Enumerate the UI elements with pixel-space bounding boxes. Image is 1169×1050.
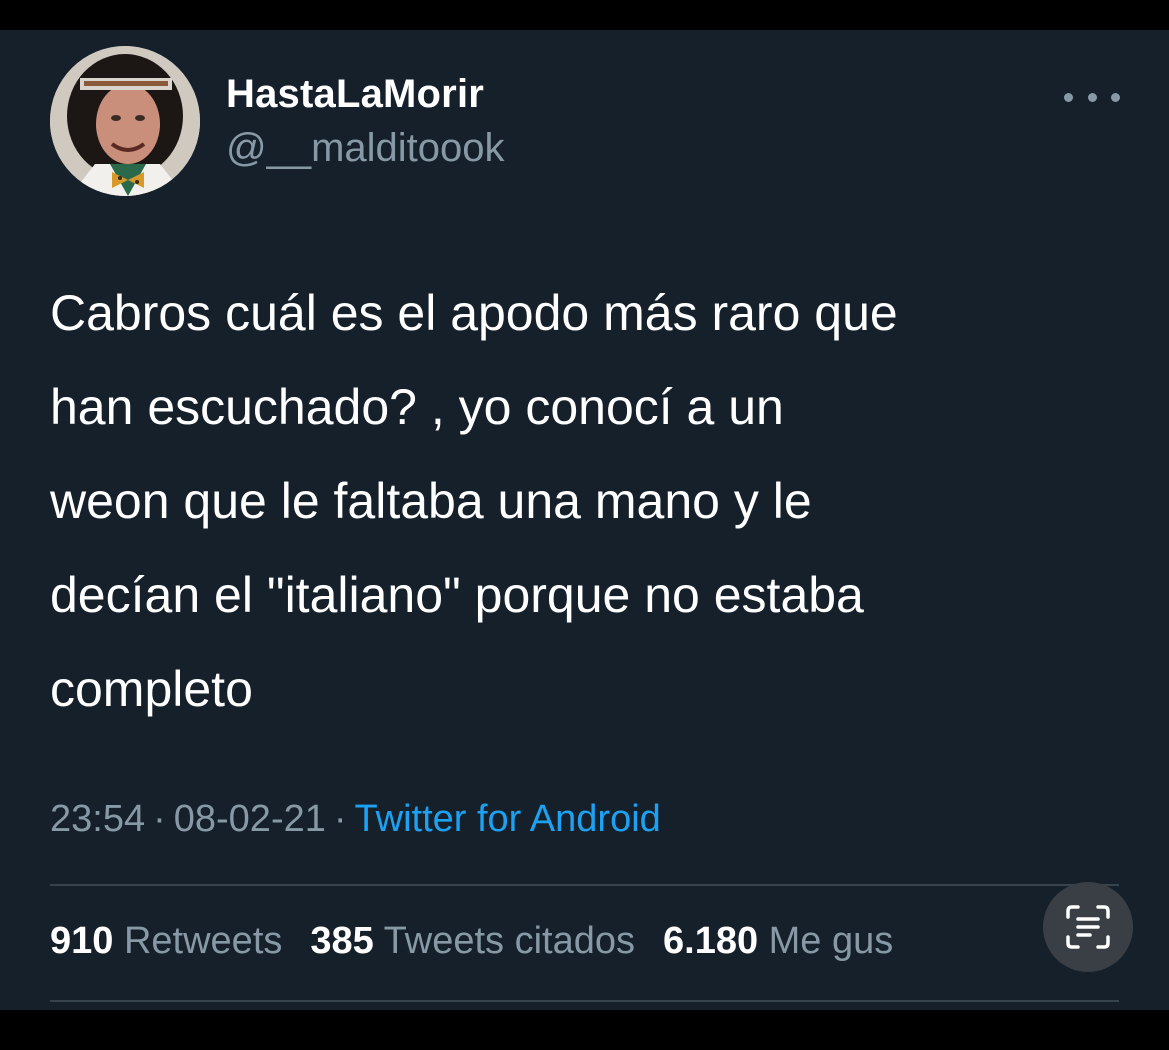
avatar-image bbox=[50, 46, 200, 196]
more-dot bbox=[1087, 92, 1097, 102]
tweet-meta: 23:54 · 08-02-21 · Twitter for Android bbox=[50, 798, 661, 841]
tweet-text-line: completo bbox=[50, 661, 253, 717]
retweets-count: 910 bbox=[50, 920, 114, 962]
more-dot bbox=[1111, 92, 1120, 102]
retweets-stat[interactable]: 910 Retweets bbox=[50, 920, 282, 962]
more-horizontal-icon[interactable] bbox=[1064, 82, 1120, 112]
quotes-label: Tweets citados bbox=[383, 920, 635, 962]
tweet-stats: 910 Retweets 385 Tweets citados 6.180 Me g… bbox=[50, 920, 1060, 963]
tweet-text: Cabros cuál es el apodo más raro que han… bbox=[50, 266, 1130, 736]
tweet-source-link[interactable]: Twitter for Android bbox=[355, 798, 661, 840]
meta-separator: · bbox=[153, 798, 166, 840]
likes-stat[interactable]: 6.180 Me gus bbox=[663, 920, 893, 962]
retweets-label: Retweets bbox=[123, 920, 283, 962]
tweet-text-line: han escuchado? , yo conocí a un bbox=[50, 379, 784, 435]
more-dot bbox=[1064, 92, 1073, 102]
live-text-scan-icon bbox=[1066, 905, 1110, 949]
divider bbox=[50, 1000, 1119, 1002]
tweet-text-line: decían el "italiano" porque no estaba bbox=[50, 567, 864, 623]
quotes-stat[interactable]: 385 Tweets citados bbox=[310, 920, 635, 962]
divider bbox=[50, 884, 1119, 886]
display-name[interactable]: HastaLaMorir bbox=[226, 72, 484, 117]
tweet-text-line: Cabros cuál es el apodo más raro que bbox=[50, 285, 898, 341]
live-text-scan-button[interactable] bbox=[1043, 882, 1133, 972]
avatar[interactable] bbox=[50, 46, 200, 196]
tweet-date[interactable]: 08-02-21 bbox=[174, 798, 326, 840]
user-handle[interactable]: @__malditoook bbox=[226, 126, 505, 171]
likes-count: 6.180 bbox=[663, 920, 759, 962]
likes-label: Me gus bbox=[768, 920, 894, 962]
tweet-time[interactable]: 23:54 bbox=[50, 798, 145, 840]
tweet-text-line: weon que le faltaba una mano y le bbox=[50, 473, 812, 529]
tweet-card: HastaLaMorir @__malditoook Cabros cuál e… bbox=[0, 30, 1169, 1010]
quotes-count: 385 bbox=[310, 920, 374, 962]
meta-separator: · bbox=[333, 798, 347, 840]
